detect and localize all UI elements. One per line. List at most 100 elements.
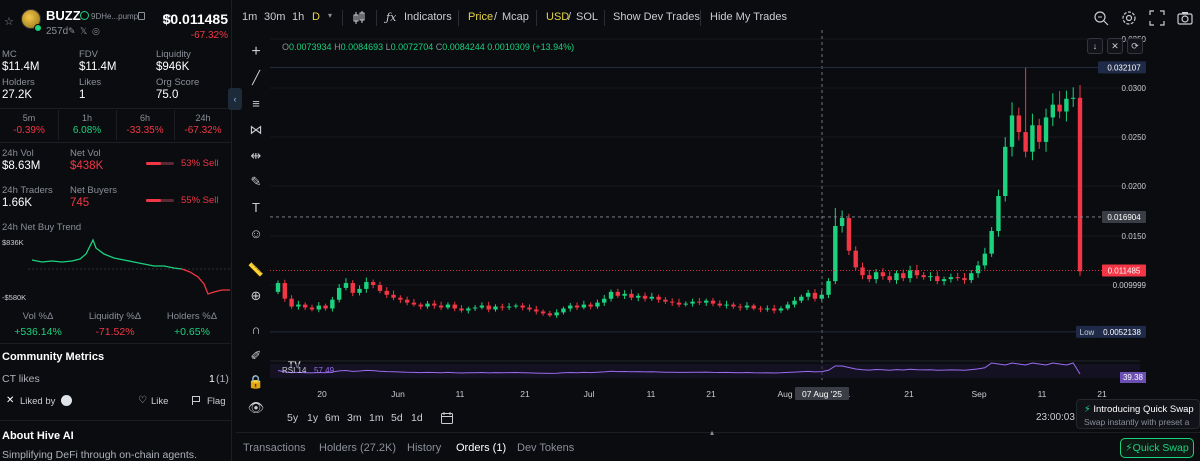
stat-label: MC bbox=[2, 49, 17, 60]
eye-icon[interactable]: 👁 bbox=[246, 398, 266, 418]
price-chart[interactable]: 0.03500.03000.02500.02000.01500.00999920… bbox=[270, 30, 1150, 408]
candle-body bbox=[948, 277, 954, 280]
chevron-down-icon[interactable]: ▾ bbox=[328, 11, 332, 20]
usd-toggle[interactable]: USD bbox=[546, 11, 569, 23]
candle-body bbox=[676, 302, 682, 305]
about-text: Simplifying DeFi through on-chain agents… bbox=[2, 449, 197, 461]
interval-1h[interactable]: 1h bbox=[292, 11, 304, 23]
crosshair-icon[interactable]: + bbox=[246, 42, 266, 62]
range-6m[interactable]: 6m bbox=[325, 412, 340, 424]
flag-button[interactable]: Flag bbox=[207, 396, 225, 407]
change-5m[interactable]: 5m -0.39% bbox=[0, 113, 58, 136]
candle-body bbox=[595, 302, 600, 307]
copy-icon[interactable] bbox=[138, 12, 145, 20]
website-icon[interactable]: ◎ bbox=[92, 26, 100, 37]
candle-body bbox=[411, 302, 417, 305]
ruler-icon[interactable]: 📏 bbox=[246, 260, 266, 280]
sell-ratio-bar bbox=[146, 162, 174, 165]
indicators-icon[interactable]: ƒx bbox=[386, 11, 396, 24]
close-icon[interactable]: ✕ bbox=[1107, 38, 1123, 54]
sol-toggle[interactable]: SOL bbox=[576, 11, 598, 23]
like-button[interactable]: Like bbox=[151, 396, 168, 407]
chevron-up-icon[interactable]: ▴ bbox=[710, 428, 714, 437]
hide-my-trades-toggle[interactable]: Hide My Trades bbox=[710, 11, 787, 23]
change-value: -33.35% bbox=[126, 125, 164, 136]
candle-body bbox=[839, 218, 845, 226]
brush-icon[interactable]: ✎ bbox=[246, 172, 266, 192]
candle-body bbox=[425, 303, 430, 307]
ct-likes-value: 1 bbox=[209, 373, 215, 385]
candle-body bbox=[459, 308, 464, 311]
candle-body bbox=[568, 305, 573, 309]
flag-icon[interactable] bbox=[192, 396, 200, 405]
text-icon[interactable]: T bbox=[246, 198, 266, 218]
refresh-icon[interactable]: ⟳ bbox=[1127, 38, 1143, 54]
interval-d[interactable]: D bbox=[312, 11, 320, 23]
zoom-icon[interactable] bbox=[1092, 9, 1110, 27]
token-header: ☆ BUZZ 9DHe...pump $ 257d ✎ 𝕏 ◎ $0.01148… bbox=[0, 6, 231, 41]
indicators-button[interactable]: Indicators bbox=[404, 11, 452, 23]
camera-icon[interactable] bbox=[1176, 9, 1194, 27]
range-1y[interactable]: 1y bbox=[307, 412, 318, 424]
candle-body bbox=[846, 218, 852, 251]
token-panel: ☆ BUZZ 9DHe...pump $ 257d ✎ 𝕏 ◎ $0.01148… bbox=[0, 0, 232, 461]
calendar-icon[interactable] bbox=[440, 411, 454, 425]
link-icon[interactable]: ✎ bbox=[68, 26, 76, 37]
range-1d[interactable]: 1d bbox=[411, 412, 423, 424]
heart-icon[interactable]: ♡ bbox=[138, 395, 147, 406]
candle-body bbox=[1009, 115, 1015, 147]
range-3m[interactable]: 3m bbox=[347, 412, 362, 424]
horizontal-lines-icon[interactable]: ≡ bbox=[246, 94, 266, 114]
candle-body bbox=[472, 307, 478, 309]
range-1m[interactable]: 1m bbox=[369, 412, 384, 424]
candle-body bbox=[296, 304, 301, 307]
quick-swap-promo[interactable]: ⚡ Introducing Quick Swap Swap instantly … bbox=[1076, 399, 1200, 429]
gear-icon[interactable] bbox=[1120, 9, 1138, 27]
trend-line-negative bbox=[181, 268, 230, 295]
tab-history[interactable]: History bbox=[407, 442, 441, 454]
liked-by-row: ✕ Liked by ♡ Like Flag bbox=[0, 392, 231, 412]
arrow-down-icon[interactable]: ↓ bbox=[1087, 38, 1103, 54]
stat-net-vol: Net Vol $438K bbox=[70, 148, 103, 172]
candle-body bbox=[860, 267, 865, 276]
emoji-icon[interactable]: ☺ bbox=[246, 224, 266, 244]
divider bbox=[342, 10, 343, 26]
pattern-icon[interactable]: ⋈ bbox=[246, 120, 266, 140]
candle-body bbox=[1071, 97, 1076, 99]
tab-transactions[interactable]: Transactions bbox=[243, 442, 306, 454]
change-6h[interactable]: 6h -33.35% bbox=[116, 113, 174, 136]
tab-orders[interactable]: Orders (1) bbox=[456, 442, 506, 454]
candle-body bbox=[282, 283, 287, 299]
delta-holders: Holders %Δ +0.65% bbox=[154, 311, 230, 338]
ruler-measure-icon[interactable]: ⇹ bbox=[246, 146, 266, 166]
interval-30m[interactable]: 30m bbox=[264, 11, 285, 23]
price-toggle[interactable]: Price bbox=[468, 11, 493, 23]
fullscreen-icon[interactable] bbox=[1148, 9, 1166, 27]
tab-holders[interactable]: Holders (27.2K) bbox=[319, 442, 396, 454]
tab-dev-tokens[interactable]: Dev Tokens bbox=[517, 442, 574, 454]
candle-body bbox=[615, 291, 621, 296]
low-tag-label: Low bbox=[1080, 328, 1095, 337]
quick-swap-button[interactable]: ⚡Quick Swap bbox=[1120, 438, 1194, 458]
magnet-icon[interactable]: ∩ bbox=[246, 320, 266, 340]
star-icon[interactable]: ☆ bbox=[4, 15, 14, 28]
change-24h[interactable]: 24h -67.32% bbox=[174, 113, 231, 136]
zoom-in-icon[interactable]: ⊕ bbox=[246, 286, 266, 306]
candle-type-icon[interactable] bbox=[350, 9, 368, 27]
time-axis-label: 21 bbox=[1097, 389, 1107, 399]
mcap-toggle[interactable]: Mcap bbox=[502, 11, 529, 23]
token-address[interactable]: 9DHe...pump bbox=[91, 12, 138, 21]
range-5y[interactable]: 5y bbox=[287, 412, 298, 424]
interval-1m[interactable]: 1m bbox=[242, 11, 257, 23]
trend-line-icon[interactable]: ╱ bbox=[246, 68, 266, 88]
lock-icon[interactable]: 🔒 bbox=[246, 372, 266, 392]
collapse-panel-button[interactable]: ‹ bbox=[228, 88, 242, 110]
change-1h[interactable]: 1h 6.08% bbox=[58, 113, 116, 136]
delta-value: -71.52% bbox=[95, 326, 135, 338]
range-5d[interactable]: 5d bbox=[391, 412, 403, 424]
candle-body bbox=[982, 253, 988, 266]
show-dev-trades-toggle[interactable]: Show Dev Trades bbox=[613, 11, 700, 23]
draw-lock-icon[interactable]: ✐ bbox=[246, 346, 266, 366]
x-social-icon[interactable]: 𝕏 bbox=[80, 26, 87, 37]
avatar[interactable] bbox=[61, 395, 72, 406]
